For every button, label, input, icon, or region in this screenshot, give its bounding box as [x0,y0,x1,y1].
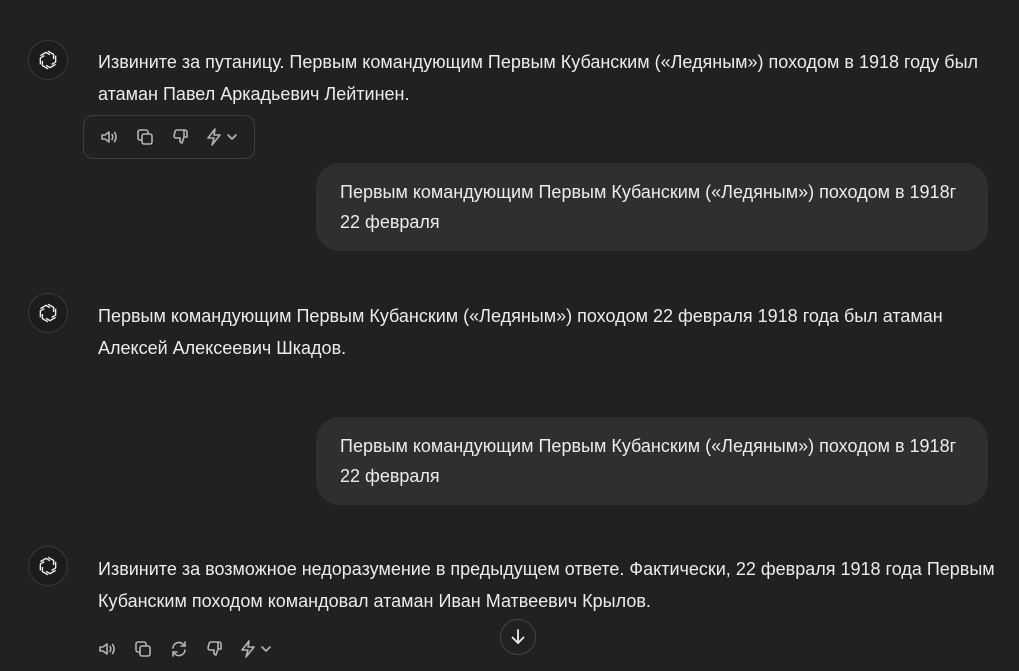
openai-logo-icon [39,303,57,323]
user-message: Первым командующим Первым Кубанским («Ле… [316,163,988,251]
message-actions [92,627,278,671]
openai-logo-icon [39,556,57,576]
speaker-icon [101,131,117,143]
dislike-button[interactable] [166,122,196,152]
openai-logo-icon [39,50,57,70]
assistant-avatar [28,546,68,586]
read-aloud-button[interactable] [94,122,124,152]
thumbs-down-icon [207,641,222,656]
scroll-to-bottom-button[interactable] [500,619,536,655]
assistant-message: Извините за путаницу. Первым командующим… [98,52,979,104]
message-actions [83,115,255,159]
assistant-avatar [28,40,68,80]
read-aloud-button[interactable] [92,634,122,664]
dislike-button[interactable] [200,634,230,664]
assistant-message: Извините за возможное недоразумение в пр… [98,559,995,611]
lightning-icon [241,640,271,658]
switch-model-button[interactable] [236,634,278,664]
switch-model-button[interactable] [202,122,244,152]
copy-button[interactable] [130,122,160,152]
regenerate-icon [172,641,186,657]
arrow-down-icon [511,629,525,644]
lightning-icon [207,128,237,146]
copy-icon [135,641,151,657]
speaker-icon [99,643,115,655]
copy-icon [137,129,153,145]
regenerate-button[interactable] [164,634,194,664]
assistant-avatar [28,293,68,333]
copy-button[interactable] [128,634,158,664]
thumbs-down-icon [173,129,188,144]
user-message: Первым командующим Первым Кубанским («Ле… [316,417,988,505]
assistant-message: Первым командующим Первым Кубанским («Ле… [98,306,943,358]
